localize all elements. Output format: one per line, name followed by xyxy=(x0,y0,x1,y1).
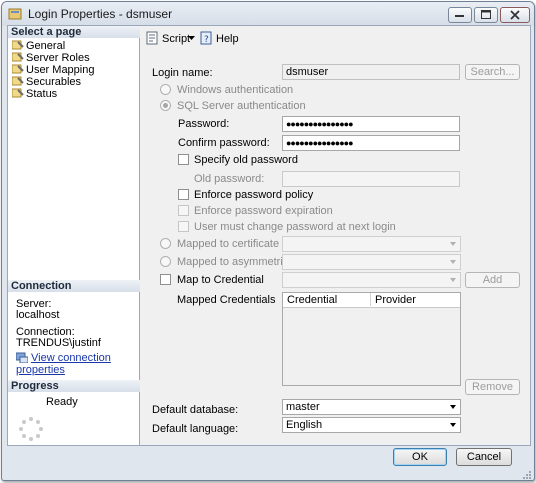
remove-button[interactable]: Remove xyxy=(465,379,520,395)
chevron-down-icon xyxy=(450,278,456,282)
script-icon xyxy=(146,31,158,45)
grid-header: Credential Provider xyxy=(283,293,460,308)
resize-grip-icon[interactable] xyxy=(522,470,532,480)
old-password-label: Old password: xyxy=(194,173,265,185)
wrench-page-icon xyxy=(12,52,24,62)
password-field[interactable]: ●●●●●●●●●●●●●●● xyxy=(282,116,460,132)
page-item-label: General xyxy=(26,40,66,52)
minimize-button[interactable] xyxy=(448,7,472,23)
default-language-select[interactable]: English xyxy=(282,417,461,433)
help-button[interactable]: ? Help xyxy=(200,31,239,45)
default-database-label: Default database: xyxy=(152,404,239,416)
specify-old-password-checkbox[interactable] xyxy=(178,154,189,165)
chevron-down-icon xyxy=(450,405,456,409)
title-bar[interactable]: Login Properties - dsmuser xyxy=(2,2,534,26)
certificate-select[interactable] xyxy=(282,236,461,252)
progress-header: Progress xyxy=(8,380,142,392)
old-password-field[interactable] xyxy=(282,171,460,187)
default-language-label: Default language: xyxy=(152,423,239,435)
mapped-credentials-grid[interactable]: Credential Provider xyxy=(282,292,461,386)
chevron-down-icon xyxy=(450,423,456,427)
window-title: Login Properties - dsmuser xyxy=(28,7,173,21)
ok-button[interactable]: OK xyxy=(393,448,447,466)
enforce-policy-label: Enforce password policy xyxy=(194,189,314,201)
default-database-select[interactable]: master xyxy=(282,399,461,415)
wrench-page-icon xyxy=(12,64,24,74)
enforce-expiration-checkbox[interactable] xyxy=(178,205,189,216)
wrench-page-icon xyxy=(12,88,24,98)
dialog-client: Select a page General Server Roles User … xyxy=(7,25,531,446)
cancel-button[interactable]: Cancel xyxy=(456,448,512,466)
view-connection-properties-text[interactable]: View connection properties xyxy=(16,352,111,376)
password-label: Password: xyxy=(178,118,230,130)
enforce-expiration-label: Enforce password expiration xyxy=(194,205,333,217)
page-item-server-roles[interactable]: Server Roles xyxy=(12,52,90,64)
page-item-label: Securables xyxy=(26,76,82,88)
page-item-user-mapping[interactable]: User Mapping xyxy=(12,64,94,76)
connection-properties-icon xyxy=(15,352,29,364)
close-icon xyxy=(510,10,520,20)
sql-auth-radio[interactable] xyxy=(160,100,171,111)
specify-old-password-label: Specify old password xyxy=(194,154,298,166)
map-credential-checkbox[interactable] xyxy=(160,274,171,285)
help-icon: ? xyxy=(200,31,212,45)
grid-col-provider[interactable]: Provider xyxy=(375,294,416,306)
progress-spinner-icon xyxy=(19,417,43,441)
login-properties-window: Login Properties - dsmuser Select a page… xyxy=(1,1,535,481)
wrench-page-icon xyxy=(12,76,24,86)
page-item-label: Status xyxy=(26,88,58,100)
right-pane: Script ? Help Login name: dsmuser Search.… xyxy=(140,26,530,445)
search-button[interactable]: Search... xyxy=(465,64,520,80)
mapped-credentials-label: Mapped Credentials xyxy=(177,294,276,306)
chevron-down-icon xyxy=(450,260,456,264)
credential-select[interactable] xyxy=(282,272,461,288)
left-pane: Select a page General Server Roles User … xyxy=(8,26,142,445)
maximize-icon xyxy=(481,10,491,19)
chevron-down-icon xyxy=(450,242,456,246)
mapped-asym-radio[interactable] xyxy=(160,256,171,267)
page-item-securables[interactable]: Securables xyxy=(12,76,81,88)
help-label: Help xyxy=(216,33,239,45)
select-page-header: Select a page xyxy=(8,26,142,38)
page-item-general[interactable]: General xyxy=(12,40,65,52)
connection-header: Connection xyxy=(8,280,142,292)
close-button[interactable] xyxy=(500,7,530,23)
page-item-label: User Mapping xyxy=(26,64,95,76)
connection-value: TRENDUS\justinf xyxy=(16,337,101,349)
script-dropdown-chevron-down-icon[interactable] xyxy=(188,36,195,41)
svg-text:?: ? xyxy=(204,35,209,45)
must-change-checkbox[interactable] xyxy=(178,221,189,232)
page-item-status[interactable]: Status xyxy=(12,88,57,100)
page-item-label: Server Roles xyxy=(26,52,90,64)
asymmetric-key-select[interactable] xyxy=(282,254,461,270)
app-icon xyxy=(8,8,22,20)
toolbar: Script ? Help xyxy=(140,26,530,50)
maximize-button[interactable] xyxy=(474,7,498,23)
minimize-icon xyxy=(455,15,464,17)
grid-col-credential[interactable]: Credential xyxy=(287,294,337,306)
confirm-password-label: Confirm password: xyxy=(178,137,270,149)
windows-auth-label: Windows authentication xyxy=(177,84,294,96)
default-database-value: master xyxy=(286,401,320,413)
view-connection-properties-link[interactable]: View connection properties xyxy=(15,352,139,376)
script-button[interactable]: Script xyxy=(146,31,190,45)
mapped-cert-radio[interactable] xyxy=(160,238,171,249)
wrench-page-icon xyxy=(12,40,24,50)
map-credential-label: Map to Credential xyxy=(177,274,264,286)
sql-auth-label: SQL Server authentication xyxy=(177,100,306,112)
confirm-password-field[interactable]: ●●●●●●●●●●●●●●● xyxy=(282,135,460,151)
windows-auth-radio[interactable] xyxy=(160,84,171,95)
add-button[interactable]: Add xyxy=(465,272,520,288)
server-value: localhost xyxy=(16,309,60,321)
script-label: Script xyxy=(162,33,191,45)
progress-status: Ready xyxy=(46,396,78,408)
login-name-label: Login name: xyxy=(152,67,213,79)
login-name-field[interactable]: dsmuser xyxy=(282,64,460,80)
must-change-label: User must change password at next login xyxy=(194,221,396,233)
enforce-policy-checkbox[interactable] xyxy=(178,189,189,200)
mapped-cert-label: Mapped to certificate xyxy=(177,238,280,250)
default-language-value: English xyxy=(286,419,323,431)
